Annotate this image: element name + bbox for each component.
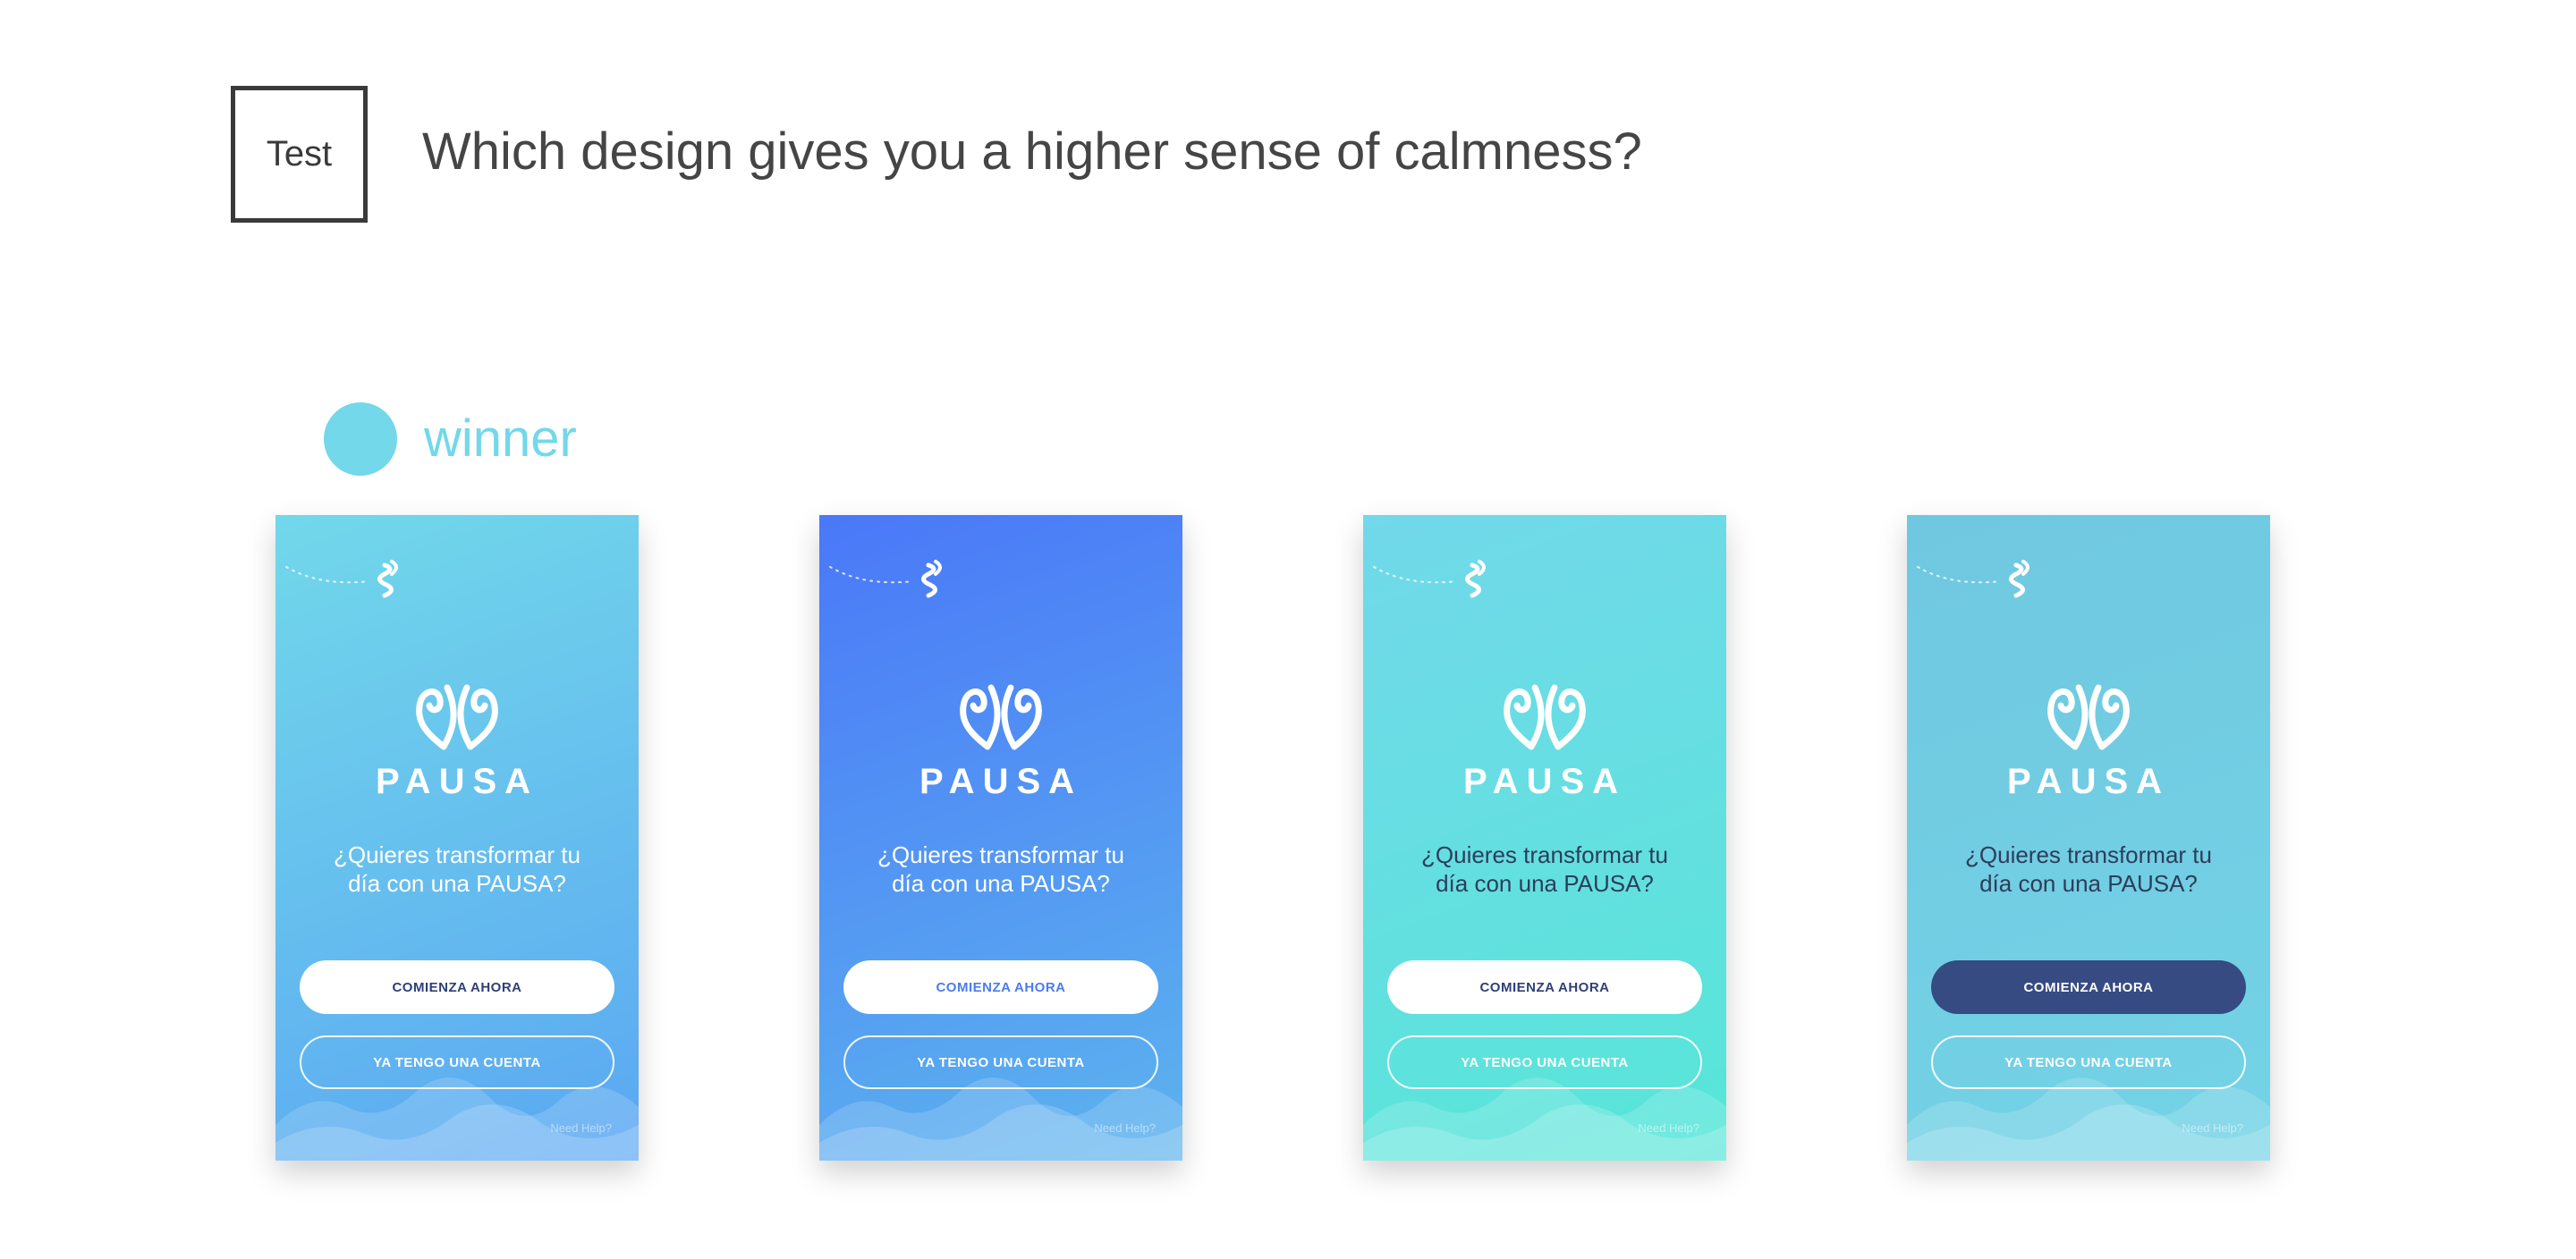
waves-decoration bbox=[819, 1077, 1182, 1161]
breath-swirl-icon bbox=[829, 560, 942, 598]
design-option-2[interactable]: PAUSA ¿Quieres transformar tu día con un… bbox=[819, 515, 1182, 1161]
tagline: ¿Quieres transformar tu día con una PAUS… bbox=[302, 841, 612, 898]
need-help-link[interactable]: Need Help? bbox=[2182, 1121, 2243, 1135]
breath-swirl-icon bbox=[285, 560, 398, 598]
pausa-logo-icon bbox=[1504, 684, 1586, 750]
waves-decoration bbox=[275, 1077, 639, 1161]
design-option-3[interactable]: PAUSA ¿Quieres transformar tu día con un… bbox=[1363, 515, 1726, 1161]
brand-name: PAUSA bbox=[375, 762, 539, 801]
need-help-link[interactable]: Need Help? bbox=[1094, 1121, 1156, 1135]
pausa-logo-icon bbox=[960, 684, 1042, 750]
waves-decoration bbox=[1907, 1077, 2270, 1161]
tagline-line-2: día con una PAUSA? bbox=[1979, 870, 2198, 897]
tagline-line-1: ¿Quieres transformar tu bbox=[1965, 841, 2212, 868]
start-now-button[interactable]: COMIENZA AHORA bbox=[1387, 960, 1702, 1014]
start-now-button[interactable]: COMIENZA AHORA bbox=[843, 960, 1158, 1014]
start-now-button[interactable]: COMIENZA AHORA bbox=[300, 960, 614, 1014]
breath-swirl-icon bbox=[1917, 560, 2029, 598]
tagline-line-1: ¿Quieres transformar tu bbox=[334, 841, 580, 868]
test-badge-label: Test bbox=[266, 134, 333, 173]
brand-name: PAUSA bbox=[1462, 762, 1627, 801]
brand-name: PAUSA bbox=[919, 762, 1083, 801]
pausa-logo-icon bbox=[2047, 684, 2130, 750]
design-option-1[interactable]: PAUSA ¿Quieres transformar tu día con un… bbox=[275, 515, 639, 1161]
tagline-line-2: día con una PAUSA? bbox=[1436, 870, 1654, 897]
tagline: ¿Quieres transformar tu día con una PAUS… bbox=[846, 841, 1156, 898]
design-option-4[interactable]: PAUSA ¿Quieres transformar tu día con un… bbox=[1907, 515, 2270, 1161]
brand-name: PAUSA bbox=[2006, 762, 2171, 801]
tagline-line-1: ¿Quieres transformar tu bbox=[1421, 841, 1668, 868]
test-badge: Test bbox=[231, 86, 368, 223]
pausa-logo-icon bbox=[416, 684, 498, 750]
tagline: ¿Quieres transformar tu día con una PAUS… bbox=[1390, 841, 1699, 898]
start-now-button[interactable]: COMIENZA AHORA bbox=[1931, 960, 2246, 1014]
tagline-line-2: día con una PAUSA? bbox=[348, 870, 566, 897]
tagline-line-2: día con una PAUSA? bbox=[892, 870, 1110, 897]
tagline: ¿Quieres transformar tu día con una PAUS… bbox=[1934, 841, 2243, 898]
tagline-line-1: ¿Quieres transformar tu bbox=[877, 841, 1124, 868]
waves-decoration bbox=[1363, 1077, 1726, 1161]
page-title: Which design gives you a higher sense of… bbox=[422, 123, 1642, 181]
winner-label: winner bbox=[424, 410, 577, 468]
need-help-link[interactable]: Need Help? bbox=[1638, 1121, 1699, 1135]
winner-dot-icon bbox=[324, 402, 397, 476]
winner-marker: winner bbox=[324, 402, 577, 476]
need-help-link[interactable]: Need Help? bbox=[550, 1121, 612, 1135]
breath-swirl-icon bbox=[1373, 560, 1486, 598]
